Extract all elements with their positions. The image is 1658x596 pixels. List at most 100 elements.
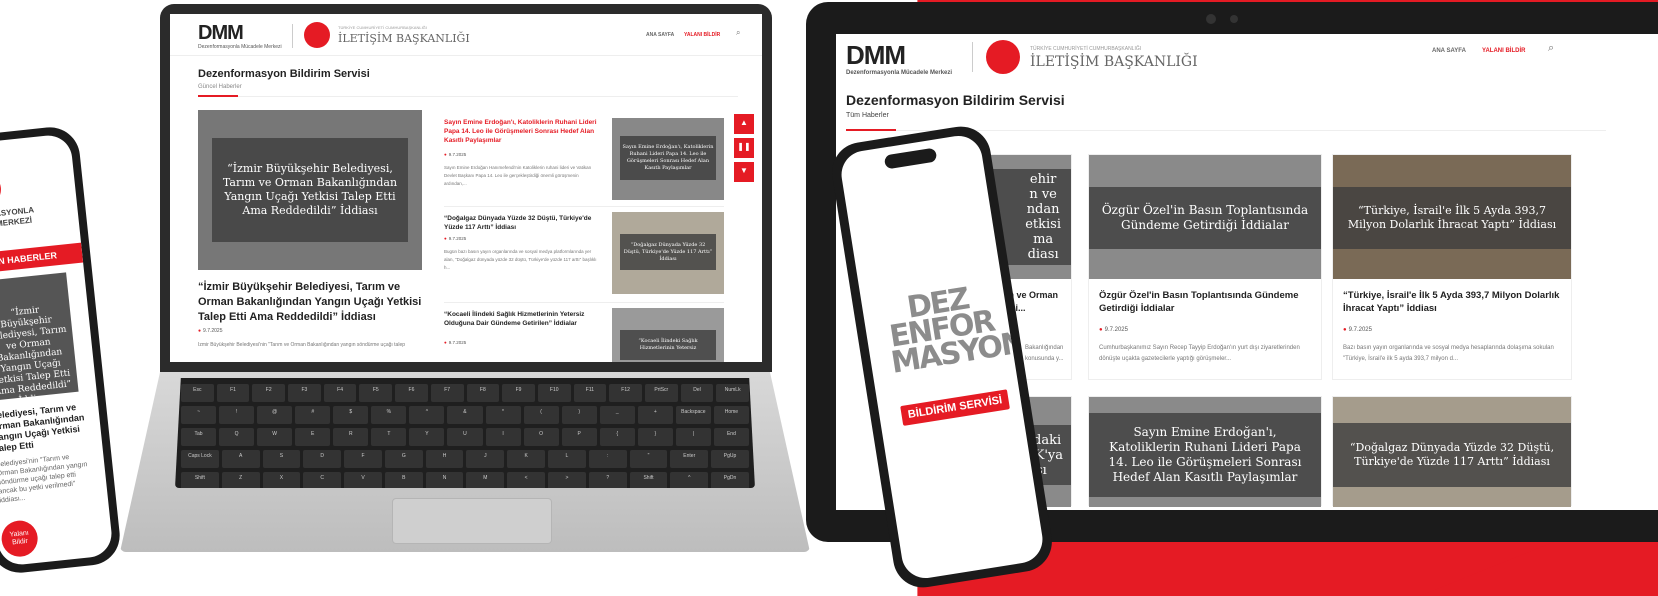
keyboard-key[interactable]: | xyxy=(675,428,711,446)
keyboard-key[interactable]: A xyxy=(221,450,260,468)
report-lie-button[interactable]: Yalanı Bildir xyxy=(0,518,40,559)
news-card-1[interactable]: Özgür Özel'in Basın Toplantısında Gündem… xyxy=(1088,154,1322,380)
keyboard-key[interactable]: ( xyxy=(523,406,559,424)
nav-home[interactable]: ANA SAYFA xyxy=(1432,48,1466,54)
keyboard-key[interactable]: R xyxy=(333,428,369,446)
list-item-1-thumb[interactable]: Sayın Emine Erdoğan'ı, Katoliklerin Ruha… xyxy=(612,118,724,200)
keyboard-key[interactable]: _ xyxy=(599,406,635,424)
keyboard-key[interactable]: Q xyxy=(219,428,255,446)
keyboard-key[interactable]: G xyxy=(384,450,423,468)
featured-headline[interactable]: “İzmir Büyükşehir Belediyesi, Tarım ve O… xyxy=(198,280,422,325)
keyboard-key[interactable]: % xyxy=(371,406,407,424)
list-item-2-thumb[interactable]: “Doğalgaz Dünyada Yüzde 32 Düştü, Türkiy… xyxy=(612,212,724,294)
keyboard-key[interactable]: F7 xyxy=(430,384,464,402)
keyboard-key[interactable]: F10 xyxy=(537,384,571,402)
keyboard-key[interactable]: F9 xyxy=(502,384,535,402)
keyboard-key[interactable]: + xyxy=(637,406,673,424)
keyboard-key[interactable]: Caps Lock xyxy=(181,450,219,468)
keyboard-key[interactable]: " xyxy=(629,450,668,468)
list-item-3-thumb[interactable]: “Kocaeli İlindeki Sağlık Hizmetlerinin Y… xyxy=(612,308,724,362)
keyboard-key[interactable]: Shift xyxy=(181,472,219,488)
news-card-3[interactable]: Sayın Emine Erdoğan'ı, Katoliklerin Ruha… xyxy=(1088,396,1322,507)
keyboard-key[interactable]: PrtScr xyxy=(644,384,678,402)
keyboard-key[interactable]: ! xyxy=(219,406,255,424)
keyboard-key[interactable]: ~ xyxy=(181,406,217,424)
search-icon[interactable]: ⌕ xyxy=(736,28,740,38)
keyboard-key[interactable]: NumLk xyxy=(716,384,749,402)
list-item-1-headline[interactable]: Sayın Emine Erdoğan'ı, Katoliklerin Ruha… xyxy=(444,118,600,145)
keyboard-key[interactable]: Enter xyxy=(670,450,709,468)
keyboard-key[interactable]: F5 xyxy=(359,384,393,402)
slider-up-button[interactable]: ▲ xyxy=(734,114,754,134)
keyboard-key[interactable]: # xyxy=(295,406,331,424)
keyboard-key[interactable]: F12 xyxy=(609,384,642,402)
news-card-2[interactable]: “Türkiye, İsrail'e İlk 5 Ayda 393,7 Mily… xyxy=(1332,154,1572,380)
keyboard-key[interactable]: F6 xyxy=(395,384,428,402)
keyboard-key[interactable]: ) xyxy=(561,406,597,424)
keyboard-key[interactable]: V xyxy=(344,472,382,488)
nav-report[interactable]: YALANI BİLDİR xyxy=(684,32,720,38)
keyboard-key[interactable]: D xyxy=(303,450,342,468)
phone-featured-card[interactable]: “İzmir Büyükşehir Belediyesi, Tarım ve O… xyxy=(0,272,79,406)
keyboard-key[interactable]: B xyxy=(384,472,423,488)
keyboard-key[interactable]: M xyxy=(466,472,505,488)
keyboard-key[interactable]: PgDn xyxy=(711,472,749,488)
keyboard-key[interactable]: E xyxy=(295,428,331,446)
keyboard-key[interactable]: F xyxy=(344,450,382,468)
keyboard-key[interactable]: F3 xyxy=(288,384,321,402)
keyboard-key[interactable]: O xyxy=(523,428,559,446)
laptop-trackpad[interactable] xyxy=(392,498,552,544)
keyboard-key[interactable]: Esc xyxy=(181,384,214,402)
keyboard-key[interactable]: F11 xyxy=(573,384,607,402)
keyboard-key[interactable]: PgUp xyxy=(711,450,749,468)
keyboard-key[interactable]: F1 xyxy=(216,384,250,402)
keyboard-key[interactable]: L xyxy=(548,450,586,468)
keyboard-key[interactable]: Del xyxy=(680,384,714,402)
keyboard-key[interactable]: Backspace xyxy=(675,406,711,424)
list-item-3-headline[interactable]: “Kocaeli İlindeki Sağlık Hizmetlerinin Y… xyxy=(444,310,600,328)
phone-headline[interactable]: Belediyesi, Tarım ve Orman Bakanlığından… xyxy=(0,401,89,455)
keyboard-key[interactable]: S xyxy=(262,450,301,468)
keyboard-key[interactable]: N xyxy=(425,472,464,488)
keyboard-key[interactable]: F2 xyxy=(252,384,286,402)
keyboard-key[interactable]: & xyxy=(447,406,483,424)
keyboard-key[interactable]: T xyxy=(371,428,407,446)
dmm-logo[interactable]: DMM xyxy=(198,22,244,45)
nav-report[interactable]: YALANI BİLDİR xyxy=(1482,48,1525,54)
keyboard-key[interactable]: * xyxy=(485,406,521,424)
slider-pause-button[interactable]: ❚❚ xyxy=(734,138,754,158)
keyboard-key[interactable]: ? xyxy=(588,472,627,488)
featured-card-image[interactable]: “İzmir Büyükşehir Belediyesi, Tarım ve O… xyxy=(198,110,422,270)
keyboard-key[interactable]: < xyxy=(507,472,546,488)
dmm-logo[interactable]: DMM xyxy=(846,40,906,71)
keyboard-key[interactable]: I xyxy=(485,428,521,446)
keyboard-key[interactable]: H xyxy=(425,450,464,468)
keyboard-key[interactable]: @ xyxy=(257,406,293,424)
keyboard-key[interactable]: $ xyxy=(333,406,369,424)
slider-down-button[interactable]: ▼ xyxy=(734,162,754,182)
keyboard-key[interactable]: C xyxy=(303,472,342,488)
keyboard-key[interactable]: } xyxy=(637,428,673,446)
news-card-1-headline[interactable]: Özgür Özel'in Basın Toplantısında Gündem… xyxy=(1099,289,1313,315)
keyboard-key[interactable]: J xyxy=(466,450,505,468)
keyboard-key[interactable]: U xyxy=(447,428,483,446)
keyboard-key[interactable]: ^ xyxy=(409,406,445,424)
news-card-4[interactable]: “Doğalgaz Dünyada Yüzde 32 Düştü, Türkiy… xyxy=(1332,396,1572,507)
nav-home[interactable]: ANA SAYFA xyxy=(646,32,674,38)
keyboard-key[interactable]: Z xyxy=(221,472,260,488)
keyboard-key[interactable]: F4 xyxy=(323,384,357,402)
keyboard-key[interactable]: K xyxy=(507,450,546,468)
keyboard-key[interactable]: P xyxy=(561,428,597,446)
keyboard-key[interactable]: End xyxy=(713,428,749,446)
search-icon[interactable]: ⌕ xyxy=(1548,42,1554,55)
keyboard-key[interactable]: { xyxy=(599,428,635,446)
keyboard-key[interactable]: : xyxy=(588,450,627,468)
keyboard-key[interactable]: W xyxy=(257,428,293,446)
news-card-2-headline[interactable]: “Türkiye, İsrail'e İlk 5 Ayda 393,7 Mily… xyxy=(1343,289,1563,315)
keyboard-key[interactable]: Y xyxy=(409,428,445,446)
keyboard-key[interactable]: Tab xyxy=(181,428,217,446)
keyboard-key[interactable]: ^ xyxy=(670,472,709,488)
keyboard-key[interactable]: > xyxy=(548,472,586,488)
keyboard-key[interactable]: Home xyxy=(713,406,749,424)
keyboard-key[interactable]: F8 xyxy=(466,384,500,402)
